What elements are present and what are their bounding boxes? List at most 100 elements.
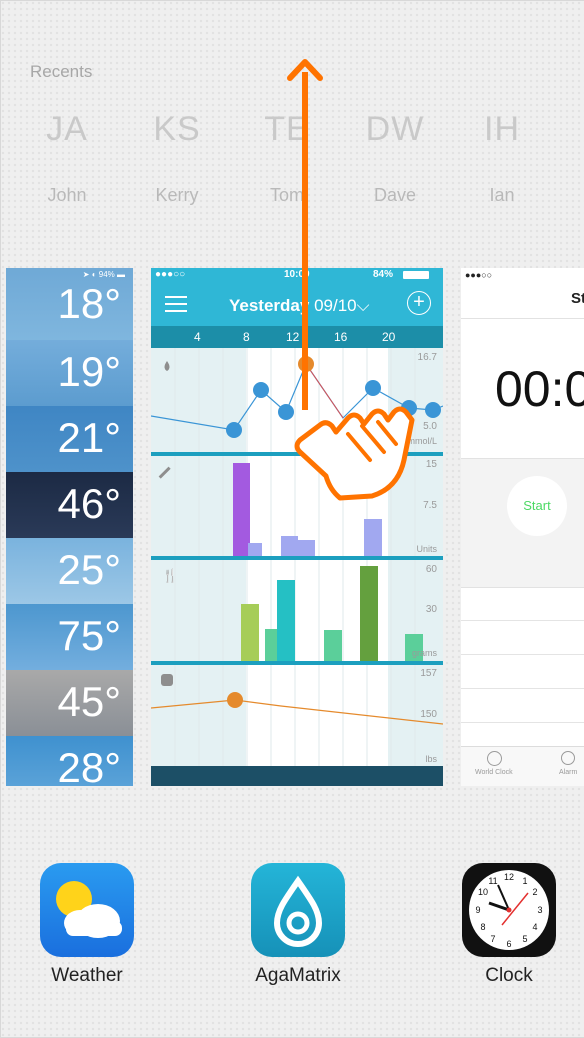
agamatrix-app-card[interactable]: ●●●○○ 10:09 84% Yesterday 09/10⌵ + 4 8 1… bbox=[151, 268, 443, 786]
recents-section: Recents JA John KS Kerry TE Tom DW Dave … bbox=[6, 10, 584, 265]
aga-charts: 🍴 bbox=[151, 348, 443, 786]
chevron-down-icon: ⌵ bbox=[356, 296, 370, 315]
agamatrix-app-icon[interactable] bbox=[251, 863, 345, 957]
weather-app-icon[interactable] bbox=[40, 863, 134, 957]
clock-app-card[interactable]: ●●●○○ St 00:0 Start World Clock Alarm bbox=[461, 268, 584, 786]
weather-temp: 46° bbox=[57, 480, 121, 527]
weather-app-card[interactable]: ➤ ◐ 94% ▬ 18° 19° 21° 46° 25° 75° 45° 28… bbox=[6, 268, 133, 786]
lap-row-line bbox=[461, 688, 584, 689]
title-day: Yesterday bbox=[229, 296, 310, 315]
contact-name: Kerry bbox=[155, 185, 199, 205]
start-button[interactable]: Start bbox=[507, 476, 567, 536]
agamatrix-drop-icon bbox=[273, 875, 323, 947]
menu-icon[interactable] bbox=[165, 296, 187, 312]
contact-initials: KS bbox=[153, 110, 201, 148]
contact-initials: IH bbox=[484, 110, 520, 148]
status-time: 10:09 bbox=[284, 269, 310, 280]
svg-text:5: 5 bbox=[522, 934, 527, 944]
contact-initials: DW bbox=[365, 110, 425, 148]
weather-temp: 18° bbox=[57, 280, 121, 327]
svg-text:8: 8 bbox=[480, 922, 485, 932]
glucose-unit: mmol/L bbox=[407, 436, 437, 446]
aga-status-bar: ●●●○○ 10:09 84% bbox=[151, 268, 443, 282]
lap-row-line bbox=[461, 654, 584, 655]
weight-mid: 150 bbox=[420, 709, 437, 720]
clock-tab-bar: World Clock Alarm bbox=[461, 746, 584, 786]
weather-row: 28° bbox=[6, 736, 133, 786]
recent-contact-tom[interactable]: TE Tom bbox=[242, 110, 332, 206]
carbs-unit: grams bbox=[411, 648, 437, 658]
clock-status-bar: ●●●○○ bbox=[465, 270, 493, 280]
insulin-bar bbox=[364, 519, 382, 556]
glucose-point bbox=[226, 422, 242, 438]
recent-contact-ian[interactable]: IH Ian bbox=[457, 110, 547, 206]
recents-label: Recents bbox=[30, 62, 93, 81]
svg-text:6: 6 bbox=[506, 939, 511, 949]
glucose-target-line bbox=[305, 363, 344, 419]
tab-alarm[interactable]: Alarm bbox=[559, 769, 577, 776]
agamatrix-app-label: AgaMatrix bbox=[255, 965, 341, 986]
signal-dots: ●●●○○ bbox=[155, 269, 186, 280]
weather-app-label: Weather bbox=[51, 965, 123, 986]
svg-text:10: 10 bbox=[478, 887, 488, 897]
contact-name: John bbox=[47, 185, 87, 205]
weather-temp: 25° bbox=[57, 546, 121, 593]
glucose-max: 16.7 bbox=[417, 352, 437, 363]
weather-temp: 19° bbox=[57, 348, 121, 395]
status-battery: 84% bbox=[373, 269, 394, 280]
weather-row: 19° bbox=[6, 340, 133, 406]
weather-row: 21° bbox=[6, 406, 133, 472]
weather-row: 25° bbox=[6, 538, 133, 604]
weather-temp: 75° bbox=[57, 612, 121, 659]
svg-text:4: 4 bbox=[532, 922, 537, 932]
svg-text:12: 12 bbox=[504, 872, 514, 882]
title-date: 09/10 bbox=[314, 296, 357, 315]
add-icon[interactable]: + bbox=[407, 291, 431, 315]
svg-text:3: 3 bbox=[537, 905, 542, 915]
contact-name: Dave bbox=[373, 185, 417, 205]
weather-row: ➤ ◐ 94% ▬ 18° bbox=[6, 268, 133, 340]
glucose-point bbox=[401, 400, 417, 416]
carb-bar bbox=[360, 566, 378, 661]
glucose-mid: 5.0 bbox=[423, 421, 437, 432]
recent-contact-dave[interactable]: DW Dave bbox=[350, 110, 440, 206]
weather-row: 75° bbox=[6, 604, 133, 670]
battery-icon bbox=[403, 271, 429, 279]
hour-axis: 4 8 12 16 20 bbox=[151, 326, 443, 348]
carbs-max: 60 bbox=[425, 564, 437, 575]
insulin-bar bbox=[281, 536, 298, 556]
hour-label: 8 bbox=[243, 330, 250, 344]
alarm-icon[interactable] bbox=[561, 751, 575, 765]
svg-text:7: 7 bbox=[490, 934, 495, 944]
weather-row: 45° bbox=[6, 670, 133, 736]
hour-label: 16 bbox=[334, 330, 348, 344]
fork-knife-icon: 🍴 bbox=[162, 568, 178, 584]
tab-world-clock[interactable]: World Clock bbox=[475, 769, 513, 776]
hour-label: 20 bbox=[382, 330, 396, 344]
weight-point bbox=[227, 692, 243, 708]
carbs-mid: 30 bbox=[425, 604, 437, 615]
recent-contact-john[interactable]: JA John bbox=[22, 110, 112, 206]
divider bbox=[461, 318, 584, 319]
contact-name: Ian bbox=[489, 185, 515, 205]
glucose-point-high bbox=[298, 356, 314, 372]
clock-app-icon[interactable]: 12 1 2 345 678 9 10 11 bbox=[462, 863, 556, 957]
globe-icon[interactable] bbox=[487, 751, 502, 766]
glucose-point bbox=[278, 404, 294, 420]
weather-row: 46° bbox=[6, 472, 133, 538]
recent-contact-kerry[interactable]: KS Kerry bbox=[132, 110, 222, 206]
date-title[interactable]: Yesterday 09/10⌵ bbox=[229, 296, 370, 316]
weather-battery: 94% bbox=[98, 270, 115, 279]
insulin-bar bbox=[248, 543, 262, 556]
insulin-max: 15 bbox=[425, 459, 437, 470]
glucose-point bbox=[253, 382, 269, 398]
glucose-point bbox=[365, 380, 381, 396]
weather-temp: 28° bbox=[57, 744, 121, 786]
carb-bar bbox=[277, 580, 295, 661]
clock-app-label: Clock bbox=[485, 965, 533, 986]
weather-temp: 21° bbox=[57, 414, 121, 461]
stopwatch-title: St bbox=[571, 290, 584, 307]
insulin-bar bbox=[298, 540, 315, 556]
hour-label: 4 bbox=[194, 330, 201, 344]
glucose-point bbox=[425, 402, 441, 418]
